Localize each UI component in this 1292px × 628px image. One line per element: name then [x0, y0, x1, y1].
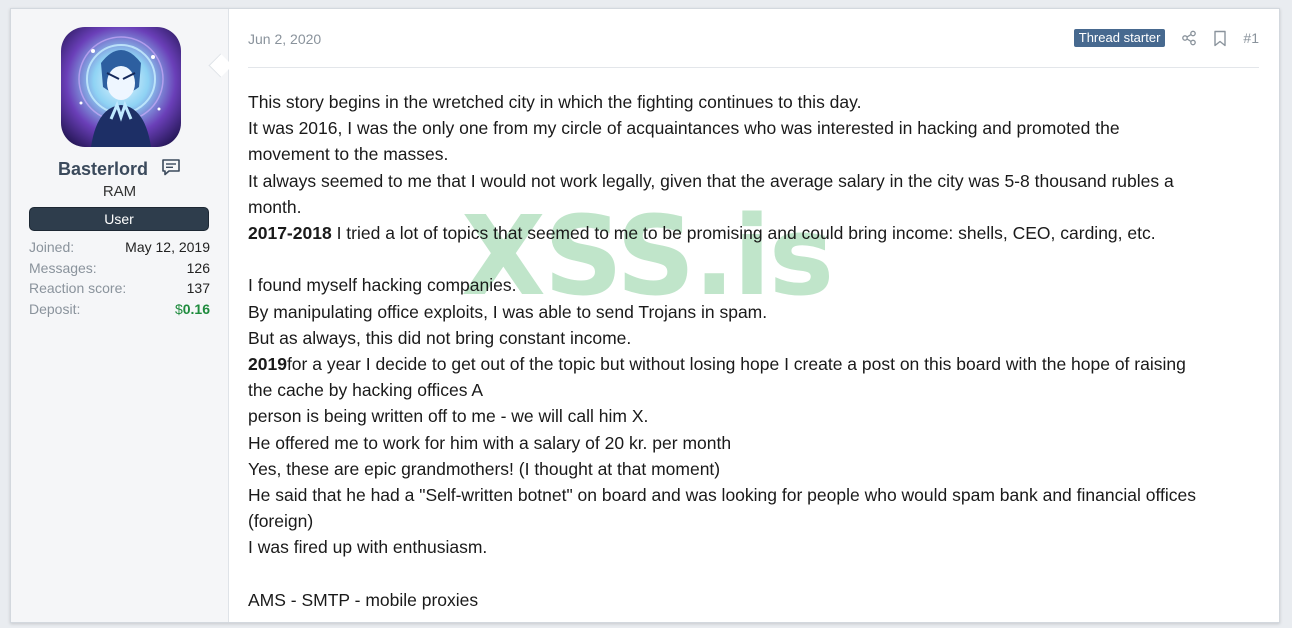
post-line: month. [248, 196, 302, 217]
post-date[interactable]: Jun 2, 2020 [248, 31, 321, 47]
bookmark-icon[interactable] [1213, 30, 1227, 47]
username[interactable]: Basterlord [58, 159, 148, 179]
user-banner: User [29, 207, 209, 231]
post-header: Jun 2, 2020 Thread starter #1 [248, 9, 1259, 68]
post-line: 2017-2018 I tried a lot of topics that s… [248, 220, 1260, 246]
post-line: He offered me to work for him with a sal… [248, 432, 732, 453]
post-line: It always seemed to me that I would not … [248, 170, 1174, 191]
post-line: But as always, this did not bring consta… [248, 327, 632, 348]
stat-label: Messages: [29, 259, 97, 276]
post-line: He said that he had a "Self-written botn… [248, 485, 1196, 506]
post-line: (foreign) [248, 511, 314, 532]
post-line: AMS - SMTP - mobile proxies [248, 589, 479, 610]
post-line: 2019for a year I decide to get out of th… [248, 351, 1260, 377]
stat-label: Deposit: [29, 300, 81, 317]
stat-label: Joined: [29, 239, 75, 255]
user-info-panel: Basterlord RAM User Joined: May 12, 2019… [11, 9, 229, 622]
post-number-link[interactable]: #1 [1243, 30, 1259, 46]
stat-messages: Messages: 126 [29, 258, 210, 279]
post-line: By manipulating office exploits, I was a… [248, 301, 768, 322]
currency-symbol: $ [174, 300, 183, 317]
stat-label: Reaction score: [29, 280, 127, 296]
user-title: RAM [102, 183, 137, 200]
post-line: person is being written off to me - we w… [248, 406, 649, 427]
stat-deposit: Deposit: $0.16 [29, 299, 210, 320]
username-row: Basterlord [11, 157, 228, 182]
stat-value: May 12, 2019 [125, 239, 210, 255]
stat-reaction-score: Reaction score: 137 [29, 278, 210, 299]
post-container: Basterlord RAM User Joined: May 12, 2019… [10, 8, 1280, 623]
post-line: I was fired up with enthusiasm. [248, 537, 488, 558]
post-line: This story begins in the wretched city i… [248, 92, 862, 112]
thread-starter-badge: Thread starter [1073, 29, 1166, 47]
post-main: Jun 2, 2020 Thread starter #1 XSS.is Thi… [229, 9, 1279, 622]
avatar-icon [61, 27, 181, 147]
post-line: It was 2016, I was the only one from my … [248, 118, 1120, 139]
post-text: for a year I decide to get out of the to… [286, 354, 1186, 375]
user-stats: Joined: May 12, 2019 Messages: 126 React… [29, 237, 210, 319]
deposit-value: $0.16 [175, 299, 210, 320]
bold-year: 2017-2018 [248, 223, 332, 244]
avatar[interactable] [61, 27, 181, 147]
post-line: I found myself hacking companies. [248, 275, 517, 296]
post-line: the cache by hacking offices A [248, 380, 484, 401]
share-icon[interactable] [1181, 30, 1197, 46]
deposit-amount: 0.16 [182, 300, 210, 317]
post-header-actions: Thread starter #1 [1073, 29, 1259, 47]
post-body: This story begins in the wretched city i… [248, 89, 1260, 613]
stat-value: 126 [186, 259, 210, 276]
message-icon[interactable] [161, 157, 181, 182]
post-text: I tried a lot of topics that seemed to m… [331, 223, 1156, 244]
bold-year: 2019 [248, 354, 287, 375]
post-line: Yes, these are epic grandmothers! (I tho… [248, 458, 721, 479]
stat-joined: Joined: May 12, 2019 [29, 237, 210, 258]
post-line: movement to the masses. [248, 144, 449, 165]
stat-value: 137 [186, 280, 210, 296]
